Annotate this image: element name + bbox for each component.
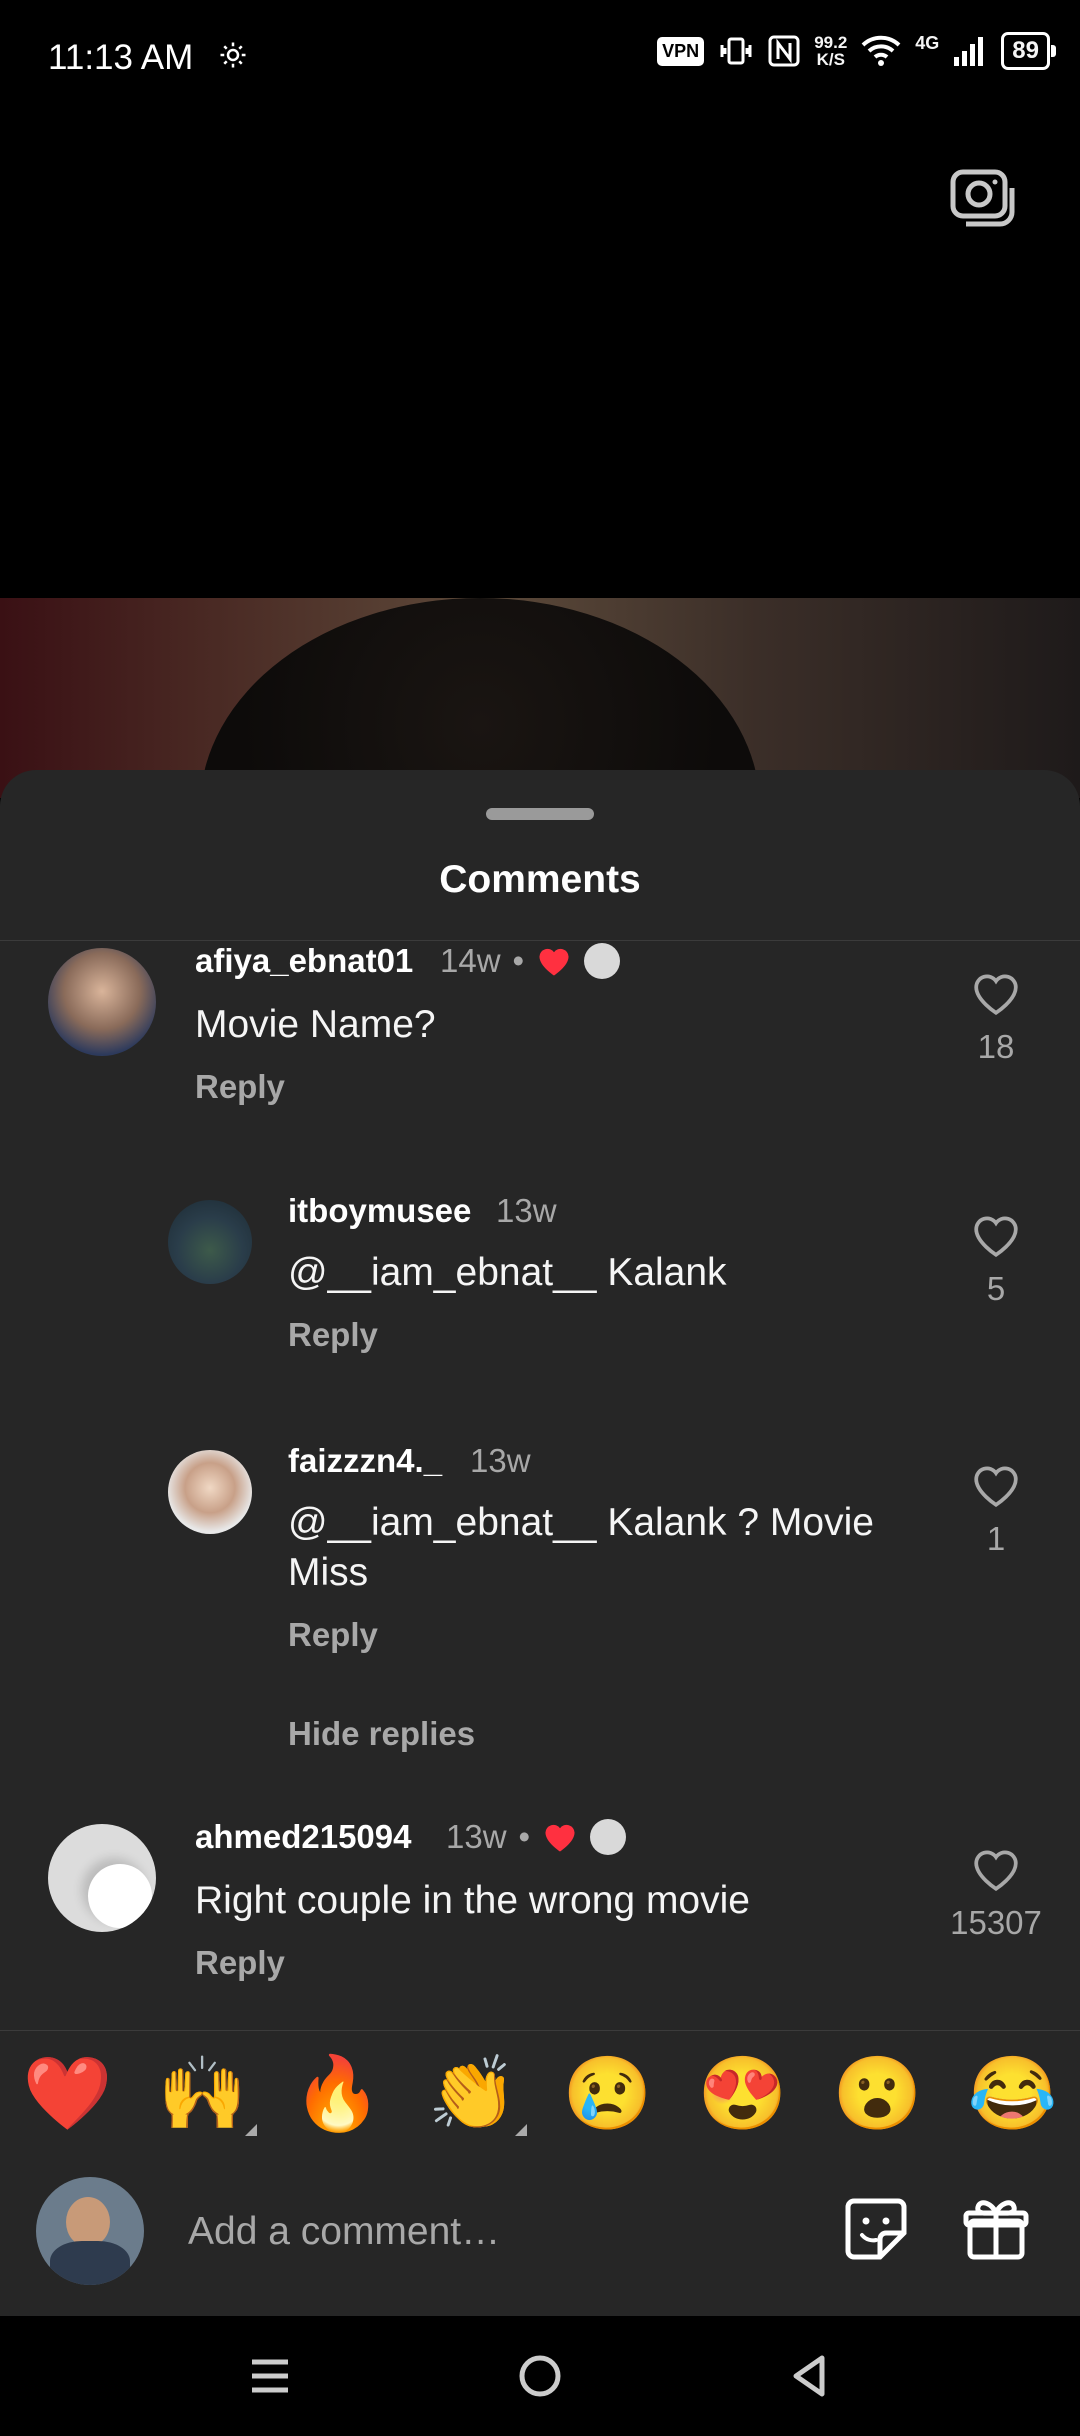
net-speed-value: 99.2 — [814, 33, 848, 52]
status-time: 11:13 AM — [48, 38, 194, 77]
hide-replies-button[interactable]: Hide replies — [288, 1715, 475, 1753]
avatar[interactable] — [48, 1824, 156, 1932]
wifi-icon — [861, 35, 901, 66]
comment-time: 13w — [470, 1442, 531, 1479]
comment-username[interactable]: afiya_ebnat01 — [195, 942, 413, 980]
comment-meta: 14w • — [440, 942, 621, 980]
comment-item: afiya_ebnat01 14w • Movie Name? Reply 18 — [0, 940, 1080, 1130]
heart-outline-icon[interactable] — [971, 970, 1021, 1016]
reaction-clap-glyph: 👏 — [427, 2054, 518, 2134]
settings-gear-icon — [220, 42, 246, 68]
drag-handle[interactable] — [486, 808, 594, 820]
gift-icon[interactable] — [960, 2193, 1032, 2265]
like-count: 5 — [986, 1270, 1006, 1307]
like-button[interactable]: 5 — [936, 1212, 1056, 1308]
comment-time: 14w — [440, 942, 501, 979]
reply-button[interactable]: Reply — [288, 1316, 378, 1354]
video-preview — [0, 598, 1080, 798]
camera-icon[interactable] — [948, 160, 1018, 230]
reply-button[interactable]: Reply — [195, 1068, 285, 1106]
reply-item: faizzzn4._ 13w @__iam_ebnat__ Kalank ? M… — [0, 1440, 1080, 1700]
avatar-placeholder — [88, 1864, 152, 1928]
back-triangle-icon[interactable] — [780, 2346, 840, 2406]
signal-icon — [954, 37, 984, 66]
reply-item: itboymusee 13w @__iam_ebnat__ Kalank Rep… — [0, 1190, 1080, 1390]
net-speed-unit: K/S — [816, 50, 845, 69]
comment-text: Right couple in the wrong movie — [195, 1879, 750, 1922]
reaction-raised-hands[interactable]: 🙌 — [157, 2051, 258, 2136]
battery-indicator: 89 — [1001, 32, 1056, 70]
reaction-crying[interactable]: 😢 — [563, 2051, 653, 2136]
avatar-body — [50, 2241, 130, 2285]
sticker-icon[interactable] — [840, 2193, 912, 2265]
like-count: 1 — [986, 1520, 1006, 1557]
avatar[interactable] — [48, 948, 156, 1056]
comment-meta: 13w — [470, 1442, 531, 1480]
like-button[interactable]: 15307 — [936, 1846, 1056, 1942]
sheet-title: Comments — [439, 858, 641, 901]
comment-username[interactable]: ahmed215094 — [195, 1818, 411, 1856]
reaction-clap[interactable]: 👏 — [427, 2051, 528, 2136]
comment-username[interactable]: faizzzn4._ — [288, 1442, 442, 1480]
status-bar: 11:13 AM VPN 99.2 K/S 4G 89 — [0, 0, 1080, 120]
reaction-raised-hands-glyph: 🙌 — [157, 2054, 248, 2134]
like-count: 18 — [977, 1028, 1015, 1065]
comment-meta: 13w — [496, 1192, 557, 1230]
meta-dot: • — [512, 942, 525, 979]
home-circle-icon[interactable] — [510, 2346, 570, 2406]
status-icons: VPN 99.2 K/S 4G 89 — [657, 32, 1056, 70]
comment-username[interactable]: itboymusee — [288, 1192, 471, 1230]
reaction-heart-eyes[interactable]: 😍 — [698, 2051, 788, 2136]
reply-button[interactable]: Reply — [195, 1944, 285, 1982]
my-avatar — [36, 2177, 144, 2285]
net-speed: 99.2 K/S — [814, 34, 847, 68]
comment-text: Movie Name? — [195, 1003, 436, 1046]
reply-button[interactable]: Reply — [288, 1616, 378, 1654]
reaction-fire[interactable]: 🔥 — [293, 2051, 383, 2136]
system-nav-bar — [0, 2316, 1080, 2436]
network-type: 4G — [915, 32, 940, 53]
comment-meta: 13w • — [446, 1818, 627, 1856]
creator-avatar — [584, 943, 621, 979]
reaction-surprised[interactable]: 😮 — [833, 2051, 923, 2136]
heart-outline-icon[interactable] — [971, 1846, 1021, 1892]
like-button[interactable]: 18 — [936, 970, 1056, 1066]
comment-text: @__iam_ebnat__ Kalank ? Movie Miss — [288, 1501, 874, 1594]
comment-item: ahmed215094 13w • Right couple in the wr… — [0, 1816, 1080, 2006]
creator-heart-icon — [545, 1824, 575, 1852]
creator-heart-icon — [539, 948, 569, 976]
heart-outline-icon[interactable] — [971, 1462, 1021, 1508]
creator-avatar — [590, 1819, 627, 1855]
heart-outline-icon[interactable] — [971, 1212, 1021, 1258]
comment-time: 13w — [446, 1818, 507, 1855]
comment-input[interactable] — [186, 2201, 810, 2263]
menu-icon[interactable] — [240, 2346, 300, 2406]
comment-composer: ❤️ 🙌 🔥 👏 😢 😍 😮 😂 — [0, 2030, 1080, 2317]
vpn-badge: VPN — [657, 36, 705, 66]
quick-reactions: ❤️ 🙌 🔥 👏 😢 😍 😮 😂 — [0, 2051, 1080, 2136]
like-count: 15307 — [950, 1904, 1042, 1941]
reaction-laughing[interactable]: 😂 — [968, 2051, 1058, 2136]
skin-tone-indicator — [515, 2124, 528, 2136]
comment-time: 13w — [496, 1192, 557, 1229]
avatar-face — [66, 2197, 110, 2247]
nfc-icon — [768, 35, 800, 67]
skin-tone-indicator — [245, 2124, 258, 2136]
like-button[interactable]: 1 — [936, 1462, 1056, 1558]
avatar[interactable] — [168, 1200, 252, 1284]
meta-dot: • — [518, 1818, 531, 1855]
reaction-heart[interactable]: ❤️ — [23, 2051, 113, 2136]
avatar[interactable] — [168, 1450, 252, 1534]
vibrate-icon — [720, 37, 752, 65]
comment-text: @__iam_ebnat__ Kalank — [288, 1251, 727, 1294]
video-subject — [200, 598, 760, 798]
